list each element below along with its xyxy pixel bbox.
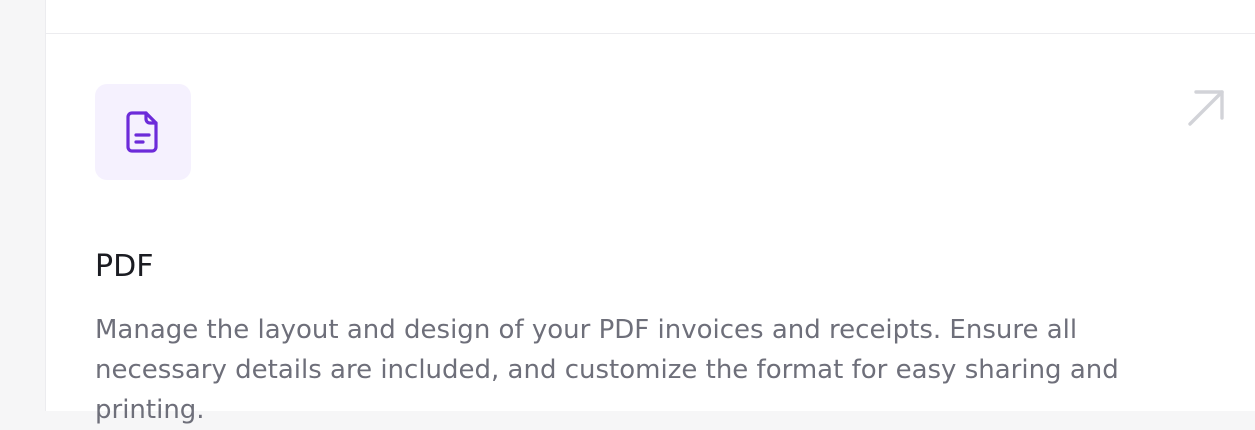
- arrow-up-right-icon[interactable]: [1184, 86, 1228, 130]
- settings-panel: PDF Manage the layout and design of your…: [45, 0, 1255, 425]
- pdf-icon-tile: [95, 84, 191, 180]
- card-title: PDF: [95, 249, 154, 284]
- file-document-icon: [126, 111, 158, 153]
- left-gutter: [0, 0, 45, 411]
- previous-card[interactable]: [46, 0, 1255, 34]
- card-description: Manage the layout and design of your PDF…: [95, 315, 1119, 425]
- pdf-settings-card[interactable]: PDF Manage the layout and design of your…: [46, 35, 1255, 425]
